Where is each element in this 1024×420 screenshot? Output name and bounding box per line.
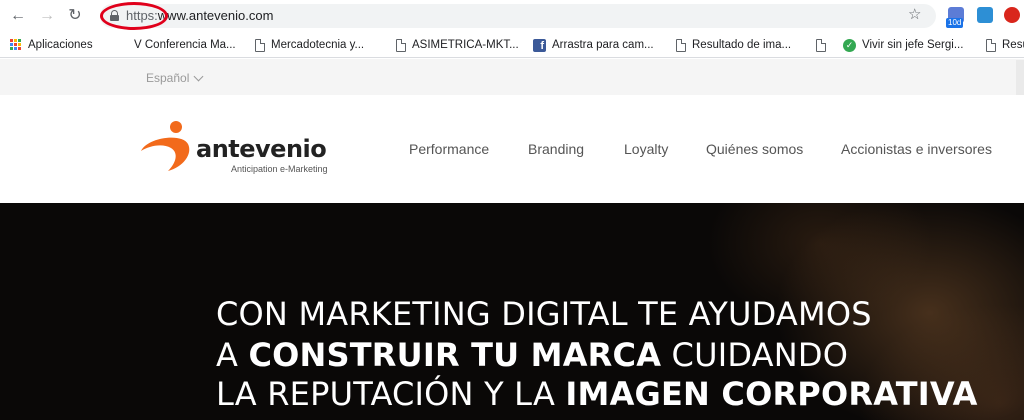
bookmark-label: ASIMETRICA-MKT... [412,39,519,51]
page-icon [676,38,686,52]
hero-text: A [216,336,249,374]
bookmark-item[interactable] [816,37,826,53]
nav-loyalty[interactable]: Loyalty [624,141,668,157]
logo-wordmark: antevenio [196,135,327,163]
bookmark-item[interactable]: V Conferencia Ma... [134,37,236,53]
nav-branding[interactable]: Branding [528,141,584,157]
page-icon [396,38,406,52]
logo-tagline: Anticipation e-Marketing [231,164,328,174]
page-icon [816,38,826,52]
bookmark-apps[interactable]: Aplicaciones [10,37,93,53]
address-bar[interactable]: https:www.antevenio.com [100,2,936,30]
star-icon[interactable]: ☆ [908,5,921,23]
hero-text: CON MARKETING DIGITAL TE AYUDAMOS [216,295,872,333]
reload-icon[interactable]: ↻ [65,6,85,26]
bookmark-item[interactable]: Mercadotecnia y... [255,37,364,53]
hero-line-2: A CONSTRUIR TU MARCA CUIDANDO [216,336,848,374]
back-icon[interactable]: ← [8,6,28,26]
bookmark-label: Arrastra para cam... [552,39,654,51]
nav-performance[interactable]: Performance [409,141,489,157]
scrollbar[interactable] [1016,60,1024,96]
bookmark-item[interactable]: ✓ Vivir sin jefe Sergi... [843,37,963,53]
page-icon [986,38,996,52]
hero-text: CUIDANDO [661,336,849,374]
https-highlight-annotation [100,2,168,30]
hero-banner: CON MARKETING DIGITAL TE AYUDAMOS A CONS… [0,203,1024,420]
language-selector[interactable]: Español [146,71,204,85]
extension-icon[interactable] [977,7,993,23]
extension-icon[interactable] [1004,7,1020,23]
chevron-down-icon [193,71,204,81]
language-label: Español [146,71,190,85]
bookmarks-bar: Aplicaciones V Conferencia Ma... Mercado… [0,32,1024,58]
bookmark-label: V Conferencia Ma... [134,39,236,51]
bookmark-label: Resultado de ima... [692,39,792,51]
forward-icon[interactable]: → [37,6,57,26]
browser-toolbar: ← → ↻ https:www.antevenio.com ☆ 10d [0,0,1024,32]
logo[interactable]: antevenio Anticipation e-Marketing [138,118,348,178]
nav-quienes-somos[interactable]: Quiénes somos [706,141,803,157]
bookmark-label: Resu [1002,39,1024,51]
check-icon: ✓ [843,38,856,52]
url-host: www.antevenio.com [157,8,274,23]
bookmark-label: Aplicaciones [28,39,93,51]
hero-line-1: CON MARKETING DIGITAL TE AYUDAMOS [216,295,872,333]
bookmark-label: Vivir sin jefe Sergi... [862,39,964,51]
hero-line-3: LA REPUTACIÓN Y LA IMAGEN CORPORATIVA [216,375,978,413]
bookmark-label: Mercadotecnia y... [271,39,365,51]
bookmark-item[interactable]: ASIMETRICA-MKT... [396,37,519,53]
hero-text: LA REPUTACIÓN Y LA [216,375,566,413]
bookmark-item[interactable]: Resultado de ima... [676,37,791,53]
logo-mark-icon [141,121,190,171]
page-icon [255,38,265,52]
site-header: antevenio Anticipation e-Marketing Perfo… [0,95,1024,203]
apps-icon [10,39,22,51]
bookmark-item[interactable]: f Arrastra para cam... [533,37,654,53]
extension-badge: 10d [946,18,964,28]
hero-text-bold: IMAGEN CORPORATIVA [565,375,978,413]
hero-text-bold: CONSTRUIR TU MARCA [248,336,662,374]
nav-accionistas[interactable]: Accionistas e inversores [841,141,992,157]
facebook-icon: f [533,38,546,52]
bookmark-item[interactable]: Resu [986,37,1024,53]
top-strip: Español [0,59,1024,95]
